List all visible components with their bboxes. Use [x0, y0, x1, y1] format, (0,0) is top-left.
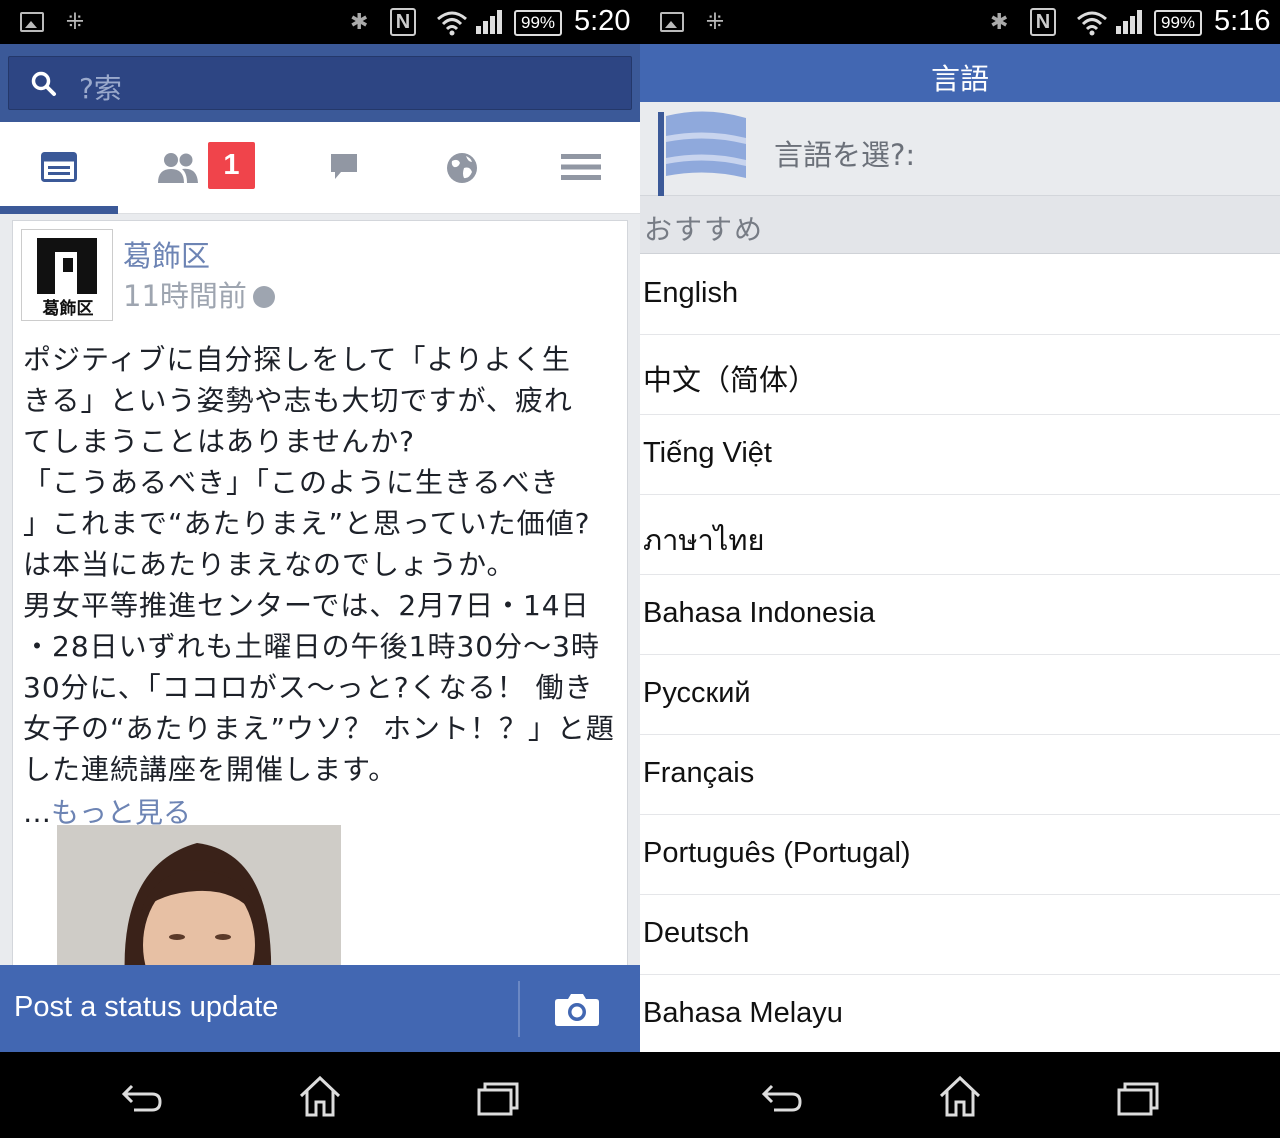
- hamburger-menu-icon: [561, 154, 601, 180]
- post-time-text: 11時間前: [123, 279, 247, 313]
- status-bar: ⁜ ✱ N 99% 5:16: [640, 0, 1280, 44]
- language-list: English 中文（简体） Tiếng Việt ภาษาไทย Bahasa…: [640, 255, 1280, 1055]
- language-option-english[interactable]: English: [640, 255, 1280, 335]
- app-notification-icon: ⁜: [65, 10, 85, 35]
- recent-apps-button[interactable]: [476, 1074, 520, 1118]
- system-navigation-bar: [0, 1052, 640, 1138]
- tab-more-menu[interactable]: [522, 122, 640, 214]
- post-status-button[interactable]: Post a status update: [14, 991, 278, 1024]
- language-label: ภาษาไทย: [643, 523, 765, 557]
- clock: 5:16: [1214, 5, 1271, 37]
- language-label: Русский: [643, 677, 751, 709]
- battery-indicator: 99%: [514, 10, 562, 36]
- logo-icon: [37, 238, 97, 294]
- clock: 5:20: [574, 5, 631, 37]
- gallery-notification-icon: [20, 12, 44, 32]
- search-placeholder: ?索: [79, 72, 122, 105]
- friend-requests-badge: 1: [208, 142, 255, 189]
- language-option-german[interactable]: Deutsch: [640, 895, 1280, 975]
- post-photo[interactable]: [57, 825, 341, 981]
- nfc-icon: N: [390, 8, 416, 36]
- flag-icon: [658, 111, 746, 196]
- status-bar: ⁜ ✱ N 99% 5:20: [0, 0, 640, 44]
- language-label: Deutsch: [643, 917, 750, 949]
- signal-strength-icon: [1116, 10, 1144, 34]
- search-input[interactable]: ?索: [8, 56, 632, 110]
- wifi-icon: [437, 11, 467, 36]
- suggested-section-header: おすすめ: [640, 196, 1280, 254]
- nfc-icon: N: [1030, 8, 1056, 36]
- language-label: Bahasa Indonesia: [643, 597, 876, 629]
- language-label: Tiếng Việt: [643, 437, 772, 469]
- page-title: 言語: [930, 62, 989, 96]
- back-button[interactable]: [760, 1074, 804, 1118]
- section-title: おすすめ: [644, 213, 765, 246]
- avatar[interactable]: 葛飾区: [21, 229, 113, 321]
- app-notification-icon: ⁜: [705, 10, 725, 35]
- language-option-vietnamese[interactable]: Tiếng Việt: [640, 415, 1280, 495]
- system-navigation-bar: [640, 1052, 1280, 1138]
- bluetooth-icon: ✱: [990, 10, 1009, 35]
- search-icon: [31, 71, 56, 96]
- language-label: 中文（简体）: [643, 363, 818, 397]
- post-timestamp[interactable]: 11時間前: [123, 273, 275, 315]
- feed-post: 葛飾区 葛飾区 11時間前 ポジティブに自分探しをして「よりよく生 きる」という…: [12, 220, 628, 981]
- person-photo: [57, 825, 341, 981]
- language-settings-screen: ⁜ ✱ N 99% 5:16 言語 言語を選?: おすすめ English 中文…: [640, 0, 1280, 1138]
- language-option-chinese-simplified[interactable]: 中文（简体）: [640, 335, 1280, 415]
- language-option-portuguese[interactable]: Português (Portugal): [640, 815, 1280, 895]
- language-option-indonesian[interactable]: Bahasa Indonesia: [640, 575, 1280, 655]
- language-label: English: [643, 277, 739, 309]
- tab-messages[interactable]: [285, 122, 403, 214]
- home-button[interactable]: [938, 1074, 982, 1118]
- status-composer-bar: Post a status update: [0, 965, 640, 1052]
- language-label: Bahasa Melayu: [643, 997, 843, 1029]
- signal-strength-icon: [476, 10, 504, 34]
- friends-icon: [158, 153, 198, 183]
- language-label: Português (Portugal): [643, 837, 911, 869]
- post-author[interactable]: 葛飾区: [123, 233, 210, 275]
- message-icon: [331, 154, 357, 179]
- post-body: ポジティブに自分探しをして「よりよく生 きる」という姿勢や志も大切ですが、疲れ …: [23, 343, 615, 786]
- language-option-french[interactable]: Français: [640, 735, 1280, 815]
- choose-language-row: 言語を選?:: [640, 102, 1280, 196]
- home-button[interactable]: [298, 1074, 342, 1118]
- ellipsis: …: [23, 796, 51, 829]
- news-feed-icon: [41, 152, 77, 182]
- divider: [518, 981, 520, 1037]
- language-option-malay[interactable]: Bahasa Melayu: [640, 975, 1280, 1055]
- language-option-thai[interactable]: ภาษาไทย: [640, 495, 1280, 575]
- tab-news-feed[interactable]: [0, 122, 118, 214]
- wifi-icon: [1077, 11, 1107, 36]
- choose-language-prompt: 言語を選?:: [774, 138, 916, 172]
- tab-bar: 1: [0, 122, 640, 214]
- tab-notifications[interactable]: [403, 122, 521, 214]
- public-globe-icon: [252, 286, 275, 308]
- bluetooth-icon: ✱: [350, 10, 369, 35]
- camera-icon[interactable]: [554, 991, 600, 1027]
- language-label: Français: [643, 757, 755, 789]
- globe-icon: [447, 153, 477, 183]
- avatar-label: 葛飾区: [42, 299, 94, 319]
- app-header: ?索: [0, 44, 640, 122]
- gallery-notification-icon: [660, 12, 684, 32]
- recent-apps-button[interactable]: [1116, 1074, 1160, 1118]
- back-button[interactable]: [120, 1074, 164, 1118]
- language-header: 言語: [640, 44, 1280, 102]
- news-feed-screen: ⁜ ✱ N 99% 5:20 ?索 1 葛飾区 葛飾区 11時間前 ポジティブに…: [0, 0, 640, 1138]
- active-tab-indicator: [0, 206, 118, 214]
- battery-indicator: 99%: [1154, 10, 1202, 36]
- language-option-russian[interactable]: Русский: [640, 655, 1280, 735]
